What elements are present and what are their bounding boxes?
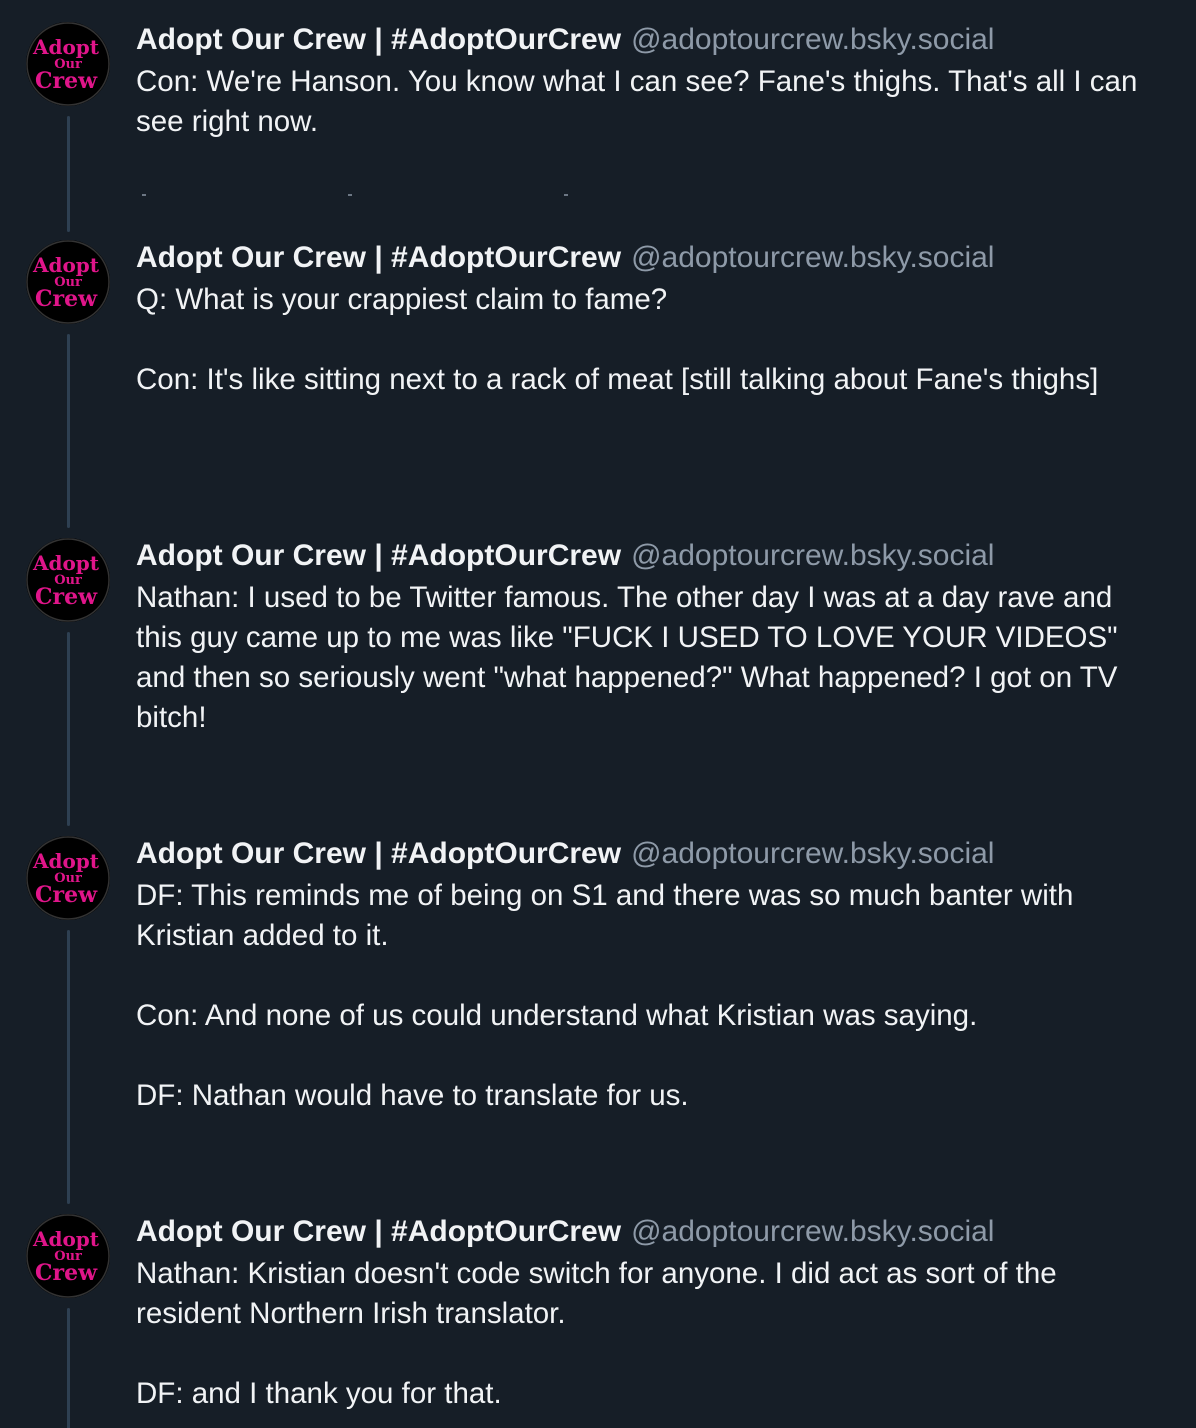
svg-text:Adopt: Adopt: [32, 35, 100, 59]
post-header: Adopt Our Crew | #AdoptOurCrew @adoptourc…: [136, 1214, 1156, 1250]
thread-line: [67, 334, 70, 528]
post-content: Adopt Our Crew | #AdoptOurCrew @adoptourc…: [136, 1214, 1156, 1414]
post-content: Adopt Our Crew | #AdoptOurCrew @adoptourc…: [136, 22, 1156, 142]
clipped-text-edge: [136, 188, 596, 198]
adopt-our-crew-logo-icon: Adopt Our Crew: [26, 1214, 110, 1298]
avatar[interactable]: Adopt Our Crew: [26, 22, 110, 106]
post-text: DF: This reminds me of being on S1 and t…: [136, 879, 1074, 1112]
post-content: Adopt Our Crew | #AdoptOurCrew @adoptourc…: [136, 240, 1156, 400]
post-header: Adopt Our Crew | #AdoptOurCrew @adoptourc…: [136, 538, 1156, 574]
post-content: Adopt Our Crew | #AdoptOurCrew @adoptourc…: [136, 538, 1156, 738]
svg-text:Crew: Crew: [35, 286, 98, 312]
adopt-our-crew-logo-icon: Adopt Our Crew: [26, 22, 110, 106]
post-text: Q: What is your crappiest claim to fame?…: [136, 283, 1099, 396]
svg-text:Crew: Crew: [35, 584, 98, 610]
post-text: Nathan: I used to be Twitter famous. The…: [136, 581, 1126, 734]
avatar[interactable]: Adopt Our Crew: [26, 836, 110, 920]
author-handle[interactable]: @adoptourcrew.bsky.social: [631, 241, 994, 274]
post-header: Adopt Our Crew | #AdoptOurCrew @adoptourc…: [136, 240, 1156, 276]
svg-text:Crew: Crew: [35, 882, 98, 908]
post-text: Con: We're Hanson. You know what I can s…: [136, 65, 1146, 138]
author-handle[interactable]: @adoptourcrew.bsky.social: [631, 539, 994, 572]
thread-line: [67, 1308, 70, 1428]
author-name[interactable]: Adopt Our Crew | #AdoptOurCrew: [136, 241, 621, 274]
svg-text:Crew: Crew: [35, 68, 98, 94]
svg-text:Adopt: Adopt: [32, 849, 100, 873]
svg-text:Adopt: Adopt: [32, 253, 100, 277]
author-name[interactable]: Adopt Our Crew | #AdoptOurCrew: [136, 837, 621, 870]
author-name[interactable]: Adopt Our Crew | #AdoptOurCrew: [136, 23, 621, 56]
avatar[interactable]: Adopt Our Crew: [26, 538, 110, 622]
post-text: Nathan: Kristian doesn't code switch for…: [136, 1257, 1057, 1410]
thread-line: [67, 632, 70, 826]
svg-text:Adopt: Adopt: [32, 1227, 100, 1251]
author-handle[interactable]: @adoptourcrew.bsky.social: [631, 837, 994, 870]
post-header: Adopt Our Crew | #AdoptOurCrew @adoptourc…: [136, 836, 1156, 872]
avatar[interactable]: Adopt Our Crew: [26, 240, 110, 324]
avatar[interactable]: Adopt Our Crew: [26, 1214, 110, 1298]
author-handle[interactable]: @adoptourcrew.bsky.social: [631, 1215, 994, 1248]
thread-line: [67, 930, 70, 1204]
post-content: Adopt Our Crew | #AdoptOurCrew @adoptourc…: [136, 836, 1156, 1116]
author-name[interactable]: Adopt Our Crew | #AdoptOurCrew: [136, 539, 621, 572]
thread-line: [67, 116, 70, 232]
author-name[interactable]: Adopt Our Crew | #AdoptOurCrew: [136, 1215, 621, 1248]
post-header: Adopt Our Crew | #AdoptOurCrew @adoptourc…: [136, 22, 1156, 58]
adopt-our-crew-logo-icon: Adopt Our Crew: [26, 240, 110, 324]
svg-text:Adopt: Adopt: [32, 551, 100, 575]
author-handle[interactable]: @adoptourcrew.bsky.social: [631, 23, 994, 56]
adopt-our-crew-logo-icon: Adopt Our Crew: [26, 836, 110, 920]
svg-text:Crew: Crew: [35, 1260, 98, 1286]
adopt-our-crew-logo-icon: Adopt Our Crew: [26, 538, 110, 622]
